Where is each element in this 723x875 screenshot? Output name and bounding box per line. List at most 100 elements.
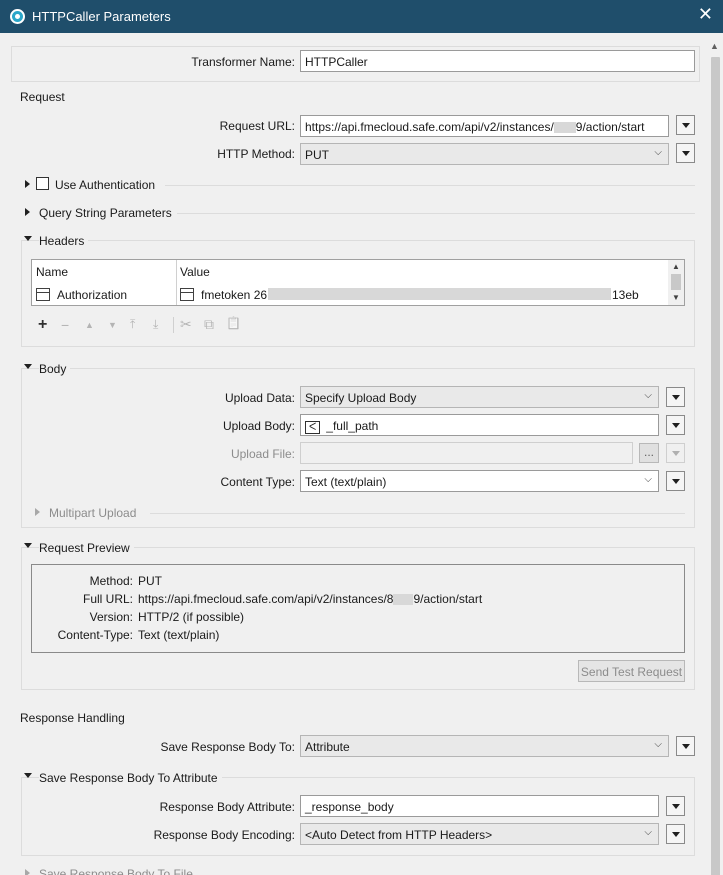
text-field-icon [180, 288, 194, 301]
content-type-select[interactable]: Text (text/plain) ⌵ [300, 470, 659, 492]
column-header-name[interactable]: Name [36, 265, 68, 279]
response-handling-title: Response Handling [20, 711, 125, 725]
upload-file-menu-button[interactable] [666, 443, 685, 463]
preview-version-key: Version: [89, 610, 133, 624]
upload-body-label: Upload Body: [222, 419, 295, 433]
collapse-arrow-icon[interactable] [24, 364, 32, 369]
column-divider [176, 260, 177, 305]
upload-body-input[interactable]: ᐸ _full_path [300, 414, 659, 436]
request-url-label: Request URL: [219, 119, 295, 133]
app-icon [10, 9, 25, 24]
response-body-attribute-menu-button[interactable] [666, 796, 685, 816]
collapse-arrow-icon[interactable] [24, 236, 32, 241]
chevron-down-icon: ⌵ [654, 147, 662, 158]
response-body-attribute-input[interactable]: _response_body [300, 795, 659, 817]
toolbar-separator [173, 317, 174, 333]
request-section-title: Request [20, 90, 65, 104]
http-method-select[interactable]: PUT ⌵ [300, 143, 669, 165]
chevron-down-icon: ⌵ [644, 474, 652, 485]
preview-url-key: Full URL: [82, 592, 133, 606]
use-authentication-label: Use Authentication [55, 178, 156, 192]
column-header-value[interactable]: Value [180, 265, 210, 279]
upload-data-select[interactable]: Specify Upload Body ⌵ [300, 386, 659, 408]
scroll-up-icon[interactable]: ▲ [672, 262, 680, 271]
upload-file-label: Upload File: [230, 447, 295, 461]
use-authentication-checkbox[interactable] [36, 177, 49, 190]
query-string-parameters-label[interactable]: Query String Parameters [39, 206, 172, 220]
headers-section-title: Headers [39, 234, 89, 248]
table-scrollbar[interactable]: ▲ ▼ [668, 260, 684, 305]
scrollbar-thumb[interactable] [711, 57, 720, 875]
expand-arrow-icon[interactable] [25, 208, 30, 216]
window-title: HTTPCaller Parameters [32, 9, 171, 24]
upload-body-value: _full_path [326, 419, 379, 433]
dialog-content: Transformer Name: HTTPCaller Request Req… [5, 33, 707, 875]
upload-data-menu-button[interactable] [666, 387, 685, 407]
response-body-encoding-value: <Auto Detect from HTTP Headers> [305, 828, 493, 842]
scrollbar-thumb[interactable] [671, 274, 681, 290]
browse-button[interactable]: ... [639, 443, 659, 463]
redacted-block [553, 122, 576, 134]
move-to-top-icon[interactable]: ⤒ [130, 317, 135, 332]
response-body-encoding-select[interactable]: <Auto Detect from HTTP Headers> ⌵ [300, 823, 659, 845]
preview-content-type-value: Text (text/plain) [138, 628, 220, 642]
content-type-value: Text (text/plain) [305, 475, 387, 489]
move-up-icon[interactable]: ▲ [85, 320, 94, 330]
close-icon[interactable]: ✕ [698, 4, 713, 25]
scroll-down-icon[interactable]: ▼ [672, 293, 680, 302]
divider [150, 513, 685, 514]
request-url-suffix: 9/action/start [575, 120, 645, 134]
save-response-body-to-menu-button[interactable] [676, 736, 695, 756]
redacted-block [393, 594, 414, 606]
cut-icon[interactable]: ✂ [180, 316, 192, 333]
upload-data-label: Upload Data: [224, 391, 295, 405]
send-test-request-button[interactable]: Send Test Request [578, 660, 685, 682]
expand-arrow-icon[interactable] [35, 508, 40, 516]
save-to-file-title[interactable]: Save Response Body To File [39, 867, 193, 875]
request-url-prefix: https://api.fmecloud.safe.com/api/v2/ins… [305, 120, 554, 134]
request-preview-title: Request Preview [39, 541, 134, 555]
vertical-scrollbar[interactable]: ▲ [707, 35, 723, 875]
text-field-icon [36, 288, 50, 301]
upload-file-input[interactable] [300, 442, 633, 464]
attribute-icon: ᐸ [305, 421, 321, 434]
paste-icon[interactable]: 📋 [226, 316, 241, 330]
remove-row-icon[interactable]: − [61, 317, 69, 333]
content-type-label: Content Type: [220, 475, 296, 489]
request-url-menu-button[interactable] [676, 115, 695, 135]
response-body-encoding-menu-button[interactable] [666, 824, 685, 844]
http-method-menu-button[interactable] [676, 143, 695, 163]
content-type-menu-button[interactable] [666, 471, 685, 491]
preview-url-value: https://api.fmecloud.safe.com/api/v2/ins… [138, 592, 482, 606]
save-response-body-to-value: Attribute [305, 740, 350, 754]
http-method-value: PUT [305, 148, 329, 162]
upload-data-value: Specify Upload Body [305, 391, 417, 405]
header-value-prefix[interactable]: fmetoken 26 [201, 288, 267, 302]
transformer-name-input[interactable]: HTTPCaller [300, 50, 695, 72]
move-down-icon[interactable]: ▼ [108, 320, 117, 330]
multipart-upload-label[interactable]: Multipart Upload [49, 506, 136, 520]
preview-method-key: Method: [89, 574, 133, 588]
header-value-suffix[interactable]: 13eb [612, 288, 639, 302]
expand-arrow-icon[interactable] [25, 180, 30, 188]
chevron-down-icon: ⌵ [644, 827, 652, 838]
preview-url-suffix: 9/action/start [413, 592, 483, 606]
upload-body-menu-button[interactable] [666, 415, 685, 435]
title-bar: HTTPCaller Parameters ✕ [0, 0, 723, 33]
preview-url-mid: 8 [386, 592, 394, 606]
request-url-input[interactable]: https://api.fmecloud.safe.com/api/v2/ins… [300, 115, 669, 137]
copy-icon[interactable]: ⧉ [204, 316, 214, 333]
add-row-icon[interactable]: + [38, 316, 47, 334]
chevron-down-icon: ⌵ [654, 739, 662, 750]
collapse-arrow-icon[interactable] [24, 773, 32, 778]
chevron-down-icon: ⌵ [644, 390, 652, 401]
scroll-up-icon[interactable]: ▲ [710, 41, 719, 51]
move-to-bottom-icon[interactable]: ⤓ [153, 317, 158, 332]
save-response-body-to-select[interactable]: Attribute ⌵ [300, 735, 669, 757]
header-name-cell[interactable]: Authorization [57, 288, 127, 302]
divider [165, 185, 695, 186]
preview-version-value: HTTP/2 (if possible) [138, 610, 245, 624]
collapse-arrow-icon[interactable] [24, 543, 32, 548]
expand-arrow-icon[interactable] [25, 869, 30, 875]
body-section-title: Body [39, 362, 71, 376]
